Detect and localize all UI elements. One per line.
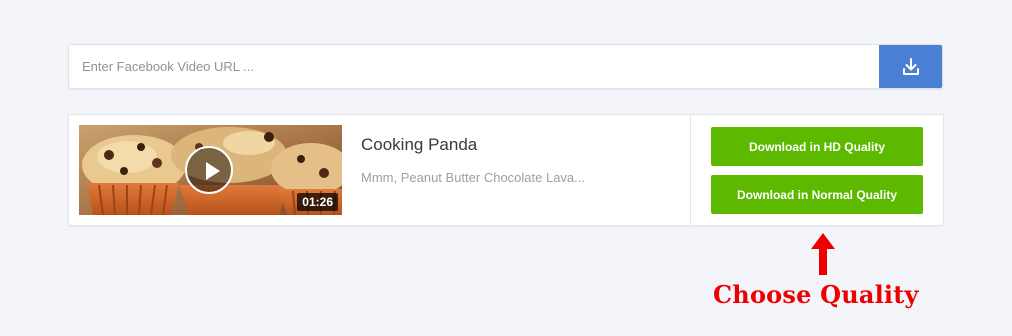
card-divider [690, 115, 691, 225]
arrow-up-icon [811, 233, 835, 275]
choose-quality-annotation: Choose Quality [713, 280, 919, 309]
video-title: Cooking Panda [361, 135, 478, 154]
download-normal-button[interactable]: Download in Normal Quality [711, 175, 923, 214]
video-thumbnail[interactable]: 01:26 [79, 125, 342, 215]
download-submit-button[interactable] [879, 45, 942, 88]
video-description: Mmm, Peanut Butter Chocolate Lava... [361, 170, 585, 185]
video-url-input[interactable] [69, 45, 879, 88]
video-duration: 01:26 [297, 193, 338, 211]
download-icon [902, 57, 919, 75]
video-result-card: 01:26 Cooking Panda Mmm, Peanut Butter C… [68, 114, 944, 226]
download-hd-button[interactable]: Download in HD Quality [711, 127, 923, 166]
url-search-bar [68, 44, 943, 89]
play-icon[interactable] [185, 146, 233, 194]
